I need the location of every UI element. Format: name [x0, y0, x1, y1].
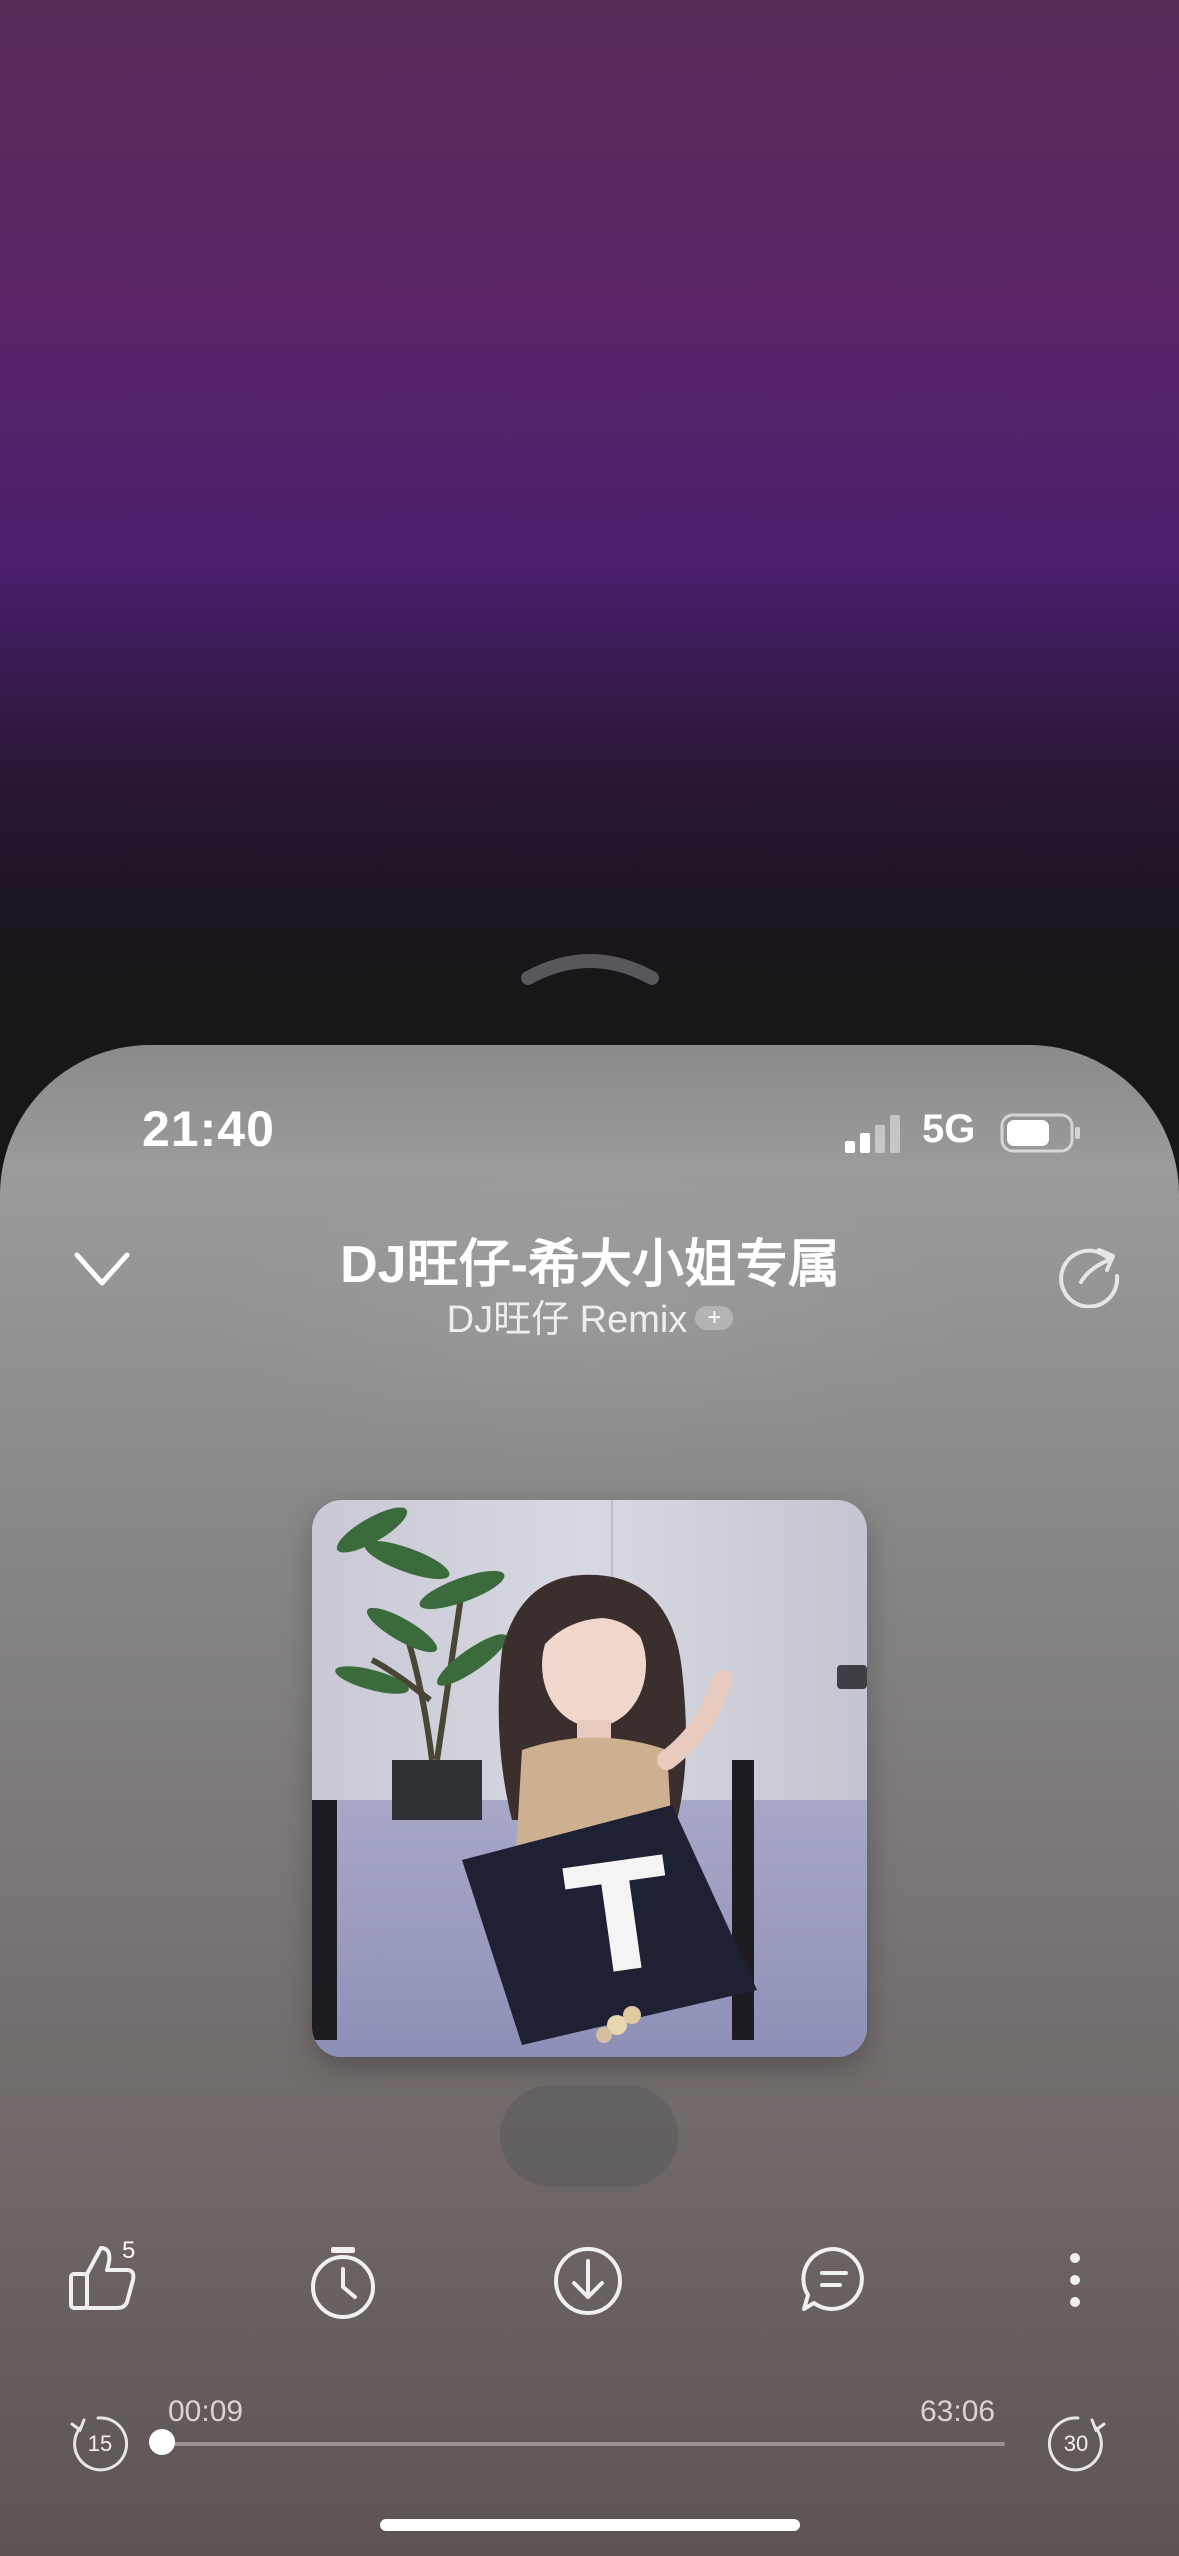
signal-strength-icon [845, 1115, 900, 1153]
follow-badge[interactable]: + [695, 1305, 734, 1330]
home-indicator[interactable] [380, 2519, 800, 2531]
pull-up-chevron-icon[interactable] [520, 948, 660, 988]
refresh-icon[interactable] [1055, 1238, 1125, 1308]
elapsed-time: 00:09 [168, 2395, 244, 2428]
artist-name[interactable]: DJ旺仔 Remix [447, 1288, 688, 1343]
chevron-down-icon[interactable] [72, 1245, 132, 1295]
rewind-seconds: 15 [88, 2431, 112, 2456]
status-time: 21:40 [142, 1101, 275, 1157]
timer-icon[interactable] [307, 2245, 379, 2320]
song-title: DJ旺仔-希大小姐专属 [340, 1236, 840, 1294]
more-vertical-icon[interactable] [1060, 2250, 1090, 2310]
progress-track[interactable] [160, 2442, 1005, 2446]
album-cover: T [312, 1500, 867, 2057]
comment-icon[interactable] [800, 2245, 868, 2313]
battery-icon [1000, 1113, 1080, 1153]
lyrics-toggle[interactable] [500, 2085, 678, 2187]
like-count: 5 [122, 2237, 136, 2264]
artist-row[interactable]: DJ旺仔 Remix + [240, 1288, 940, 1343]
network-type: 5G [922, 1107, 976, 1151]
download-icon[interactable] [552, 2245, 624, 2317]
rewind-15-icon[interactable]: 15 [68, 2412, 130, 2472]
forward-30-icon[interactable]: 30 [1046, 2412, 1108, 2472]
progress-knob[interactable] [149, 2429, 176, 2455]
total-duration: 63:06 [920, 2395, 996, 2428]
forward-seconds: 30 [1064, 2431, 1088, 2456]
